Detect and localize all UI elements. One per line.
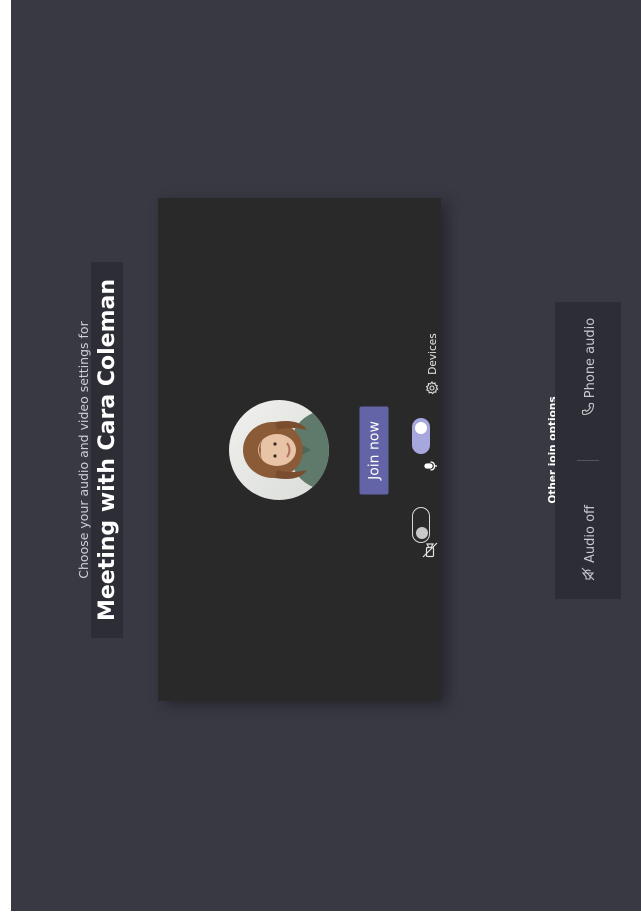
meeting-title: Meeting with Cara Coleman: [94, 278, 120, 622]
devices-button[interactable]: Devices: [426, 322, 440, 386]
microphone-toggle[interactable]: [412, 418, 430, 454]
avatar: [229, 400, 329, 500]
audio-off-button[interactable]: Audio off: [579, 498, 601, 588]
microphone-icon: [424, 458, 438, 472]
settings-subtitle: Choose your audio and video settings for: [75, 321, 91, 579]
phone-icon: [581, 398, 599, 416]
speaker-off-icon: [581, 563, 599, 581]
options-divider: [577, 460, 599, 461]
phone-audio-label: Phone audio: [582, 317, 598, 399]
join-now-button[interactable]: Join now: [359, 406, 389, 495]
phone-audio-button[interactable]: Phone audio: [579, 307, 601, 427]
audio-off-label: Audio off: [582, 505, 598, 563]
camera-toggle[interactable]: [412, 507, 430, 543]
camera-off-icon: [422, 542, 438, 558]
